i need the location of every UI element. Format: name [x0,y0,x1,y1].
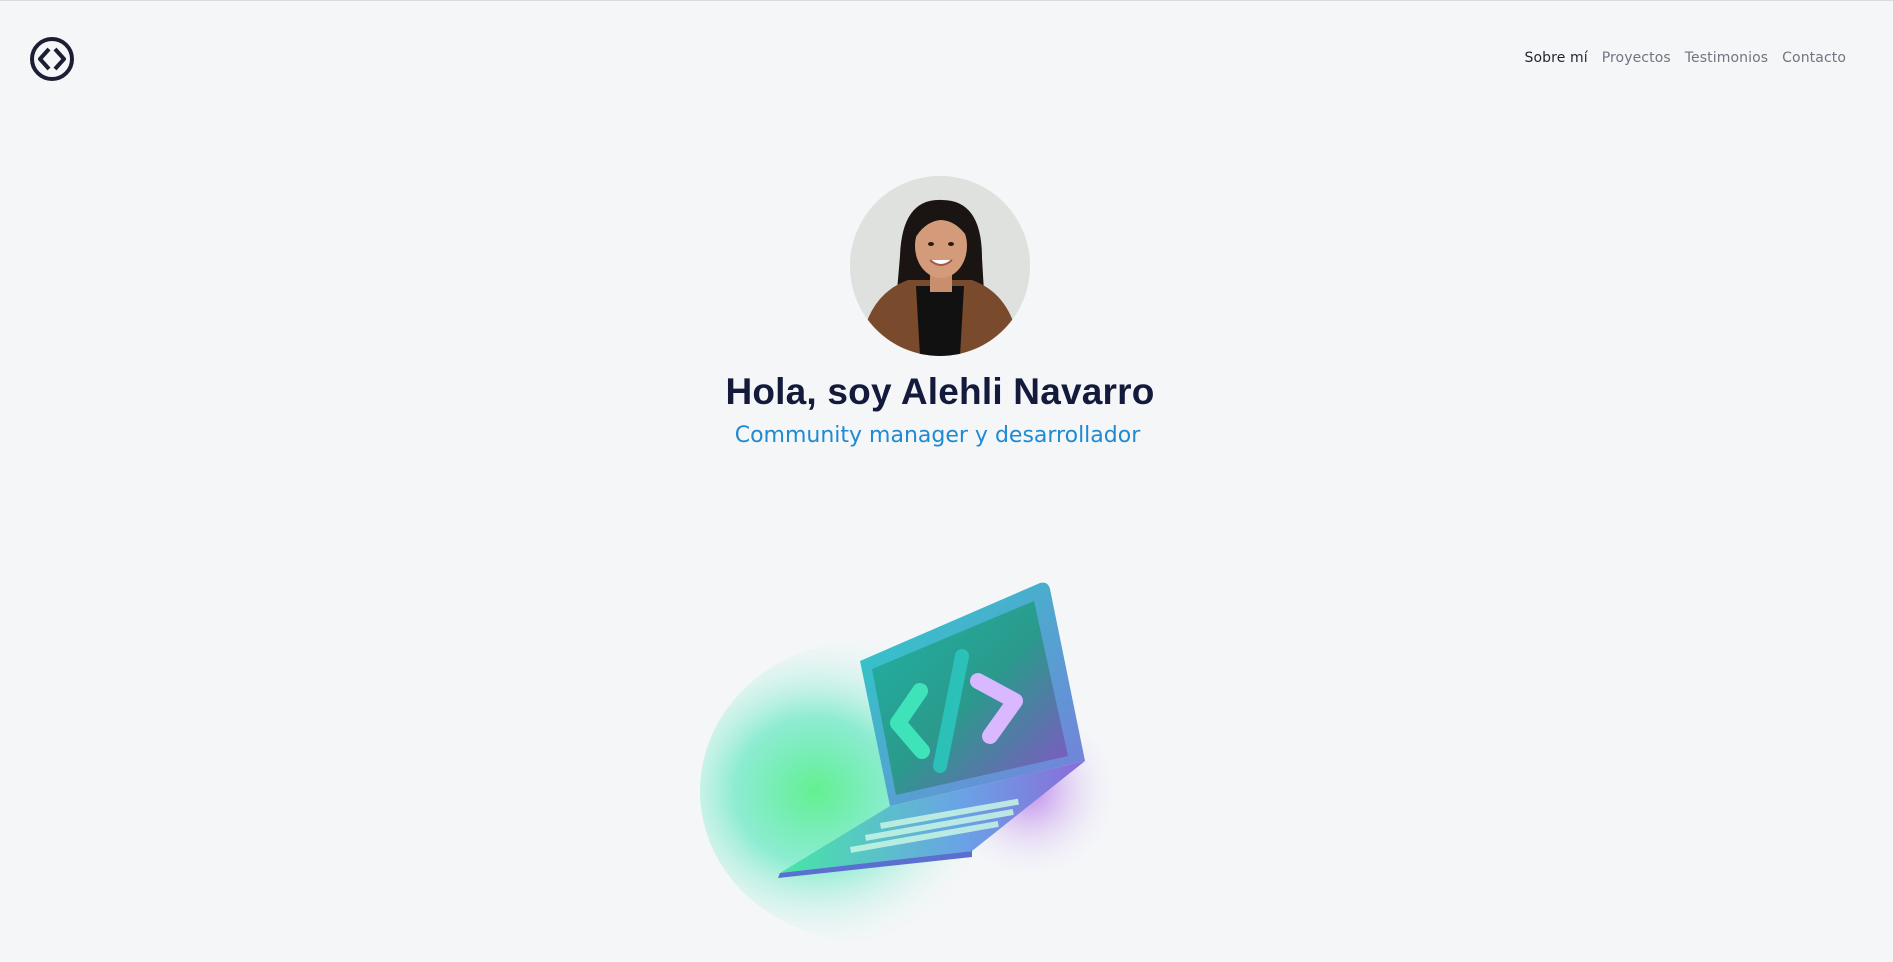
main-nav: Sobre mí Proyectos Testimonios Contacto [1525,50,1846,66]
nav-link-testimonios[interactable]: Testimonios [1685,50,1768,66]
nav-link-contacto[interactable]: Contacto [1782,50,1846,66]
laptop-code-icon [700,561,1150,961]
nav-link-sobre-mi[interactable]: Sobre mí [1525,50,1588,66]
logo-icon[interactable] [28,35,76,83]
page-title: Hola, soy Alehli Navarro [725,371,1155,412]
page: Sobre mí Proyectos Testimonios Contacto [0,0,1893,962]
nav-link-proyectos[interactable]: Proyectos [1602,50,1671,66]
page-subtitle: Community manager y desarrollador [734,423,1141,448]
avatar [850,176,1030,356]
